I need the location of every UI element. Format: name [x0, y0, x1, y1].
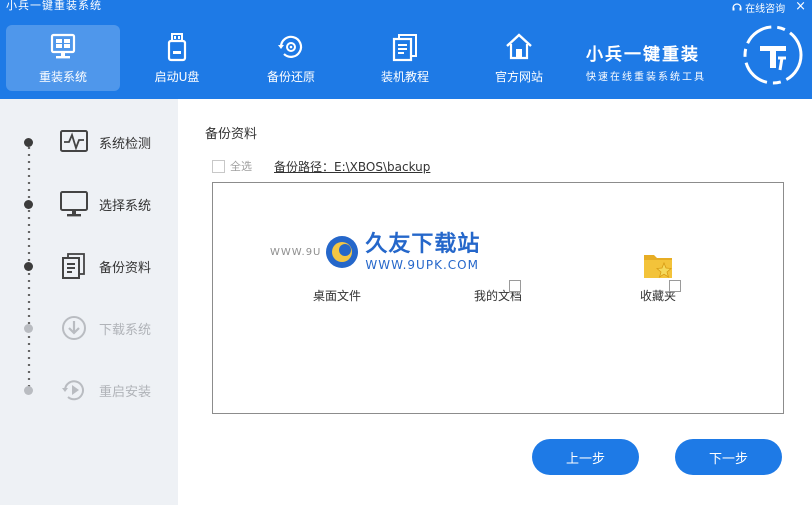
page-title: 备份资料 [205, 127, 258, 142]
brand-logo-icon [743, 25, 803, 85]
step-label: 下载系统 [99, 322, 152, 338]
document-icon [392, 33, 417, 61]
watermark: WWW.9U 久友下载站 WWW.9UPK.COM [270, 222, 500, 282]
step-label: 重启安装 [99, 384, 152, 400]
watermark-url-prefix: WWW.9U [270, 246, 322, 258]
nav-label: 备份还原 [266, 69, 315, 84]
steps-sidebar: 系统检测 选择系统 备份资料 下载系统 重启安装 [0, 99, 178, 505]
step-backup-data: 备份资料 [22, 246, 178, 286]
backup-item-desktop[interactable]: 桌面文件 [292, 283, 382, 304]
nav-item-official-site[interactable]: 官方网站 [462, 25, 576, 91]
brand-name: 小兵一键重装 [586, 45, 700, 65]
nav-item-backup-restore[interactable]: 备份还原 [234, 25, 348, 91]
restart-icon [62, 380, 84, 401]
step-dot [24, 323, 33, 333]
home-icon [506, 32, 532, 59]
item-label: 我的文档 [473, 289, 522, 303]
watermark-url: WWW.9UPK.COM [365, 258, 479, 272]
watermark-name: 久友下载站 [365, 232, 481, 257]
headset-icon [732, 3, 742, 11]
step-dot [24, 137, 33, 147]
step-download-system: 下载系统 [22, 308, 178, 348]
backup-items-panel: 桌面文件 我的文档 收藏夹 [212, 182, 784, 414]
nav-label: 重装系统 [38, 69, 87, 84]
step-label: 备份资料 [99, 260, 152, 276]
nav-label: 官方网站 [494, 69, 543, 84]
next-step-button[interactable]: 下一步 [675, 439, 782, 475]
backup-path-link[interactable]: 备份路径：E:\XBOS\backup [274, 158, 430, 175]
nav-label: 启动U盘 [154, 69, 200, 84]
step-label: 系统检测 [99, 136, 152, 152]
brand-block: 小兵一键重装 快速在线重装系统工具 [586, 22, 806, 92]
header-bar: 小兵一键重装系统 在线咨询 × 重装系统 启动U盘 备份还原 装机教程 官方网站 [0, 0, 812, 99]
select-all-checkbox[interactable]: 全选 [212, 158, 252, 174]
nav-item-reinstall-system[interactable]: 重装系统 [6, 25, 120, 91]
watermark-logo-icon [326, 236, 359, 268]
item-label: 桌面文件 [312, 289, 361, 303]
window-controls: 在线咨询 × [732, 0, 806, 15]
step-label: 选择系统 [99, 198, 152, 214]
step-dot [24, 385, 33, 395]
backup-item-favorites[interactable]: 收藏夹 [613, 247, 703, 304]
document-icon [62, 253, 85, 279]
nav-label: 装机教程 [380, 69, 429, 84]
monitor-icon [50, 33, 76, 58]
step-dot [24, 261, 33, 271]
favorites-folder-icon [644, 255, 672, 278]
close-button[interactable]: × [795, 0, 806, 13]
online-help-label: 在线咨询 [745, 3, 786, 15]
step-select-system: 选择系统 [22, 184, 178, 224]
main-nav: 重装系统 启动U盘 备份还原 装机教程 官方网站 [0, 25, 576, 99]
usb-drive-icon [167, 32, 187, 61]
step-dot [24, 199, 33, 209]
item-label: 收藏夹 [639, 289, 676, 303]
nav-item-tutorial[interactable]: 装机教程 [348, 25, 462, 91]
watermark-text: 久友下载站 WWW.9UPK.COM [365, 232, 480, 272]
prev-step-button[interactable]: 上一步 [532, 439, 639, 475]
pulse-icon [60, 130, 88, 152]
nav-item-usb-boot[interactable]: 启动U盘 [120, 25, 234, 91]
online-help-link[interactable]: 在线咨询 [732, 0, 785, 15]
item-checkbox[interactable] [669, 280, 681, 292]
app-title: 小兵一键重装系统 [6, 0, 102, 12]
step-system-check: 系统检测 [22, 122, 178, 162]
checkbox-box[interactable] [212, 159, 225, 173]
step-restart-install: 重启安装 [22, 370, 178, 410]
select-all-label: 全选 [230, 160, 252, 173]
item-checkbox[interactable] [509, 280, 521, 292]
backup-restore-icon [278, 35, 303, 58]
brand-slogan: 快速在线重装系统工具 [586, 72, 706, 83]
monitor-icon [60, 191, 88, 217]
download-icon [62, 316, 86, 340]
